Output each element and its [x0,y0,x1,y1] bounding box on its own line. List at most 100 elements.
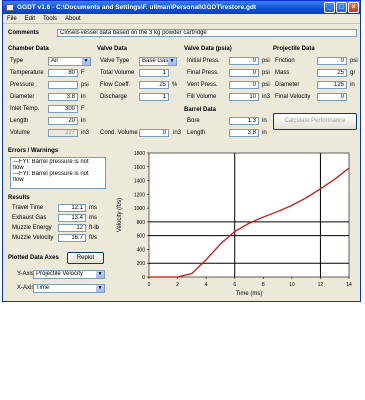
results-label: Muzzle Energy [12,225,52,231]
x-axis-label: X-Axis [17,285,35,291]
replot-button[interactable]: Replot [67,252,104,264]
valve-label: Flow Coeff. [100,82,131,88]
projectile-field[interactable]: 0 [317,57,347,65]
projectile-field[interactable]: 0 [317,93,347,101]
barrel-unit: in [262,118,267,124]
valve-unit: % [172,82,178,88]
chamber-label: Inlet Temp. [10,106,40,112]
menu-bar: File Edit Tools About [3,14,360,24]
projectile-field[interactable]: .125 [317,81,347,89]
barrel-unit: in [262,130,267,136]
chamber-field[interactable]: 80 [48,69,78,77]
valve-psia-field[interactable]: 0 [229,81,259,89]
projectile-label: Final Velocity [275,94,311,100]
results-unit: ms [89,205,97,211]
comments-label: Comments [8,30,40,36]
y-tick-label: 800 [137,220,146,226]
maximize-button[interactable]: □ [336,2,347,13]
main-window: GGDT v1.6 - C:\Documents and Settings\F.… [2,0,361,302]
close-button[interactable]: × [348,2,359,13]
x-tick-label: 12 [318,282,324,288]
y-tick-label: 1000 [134,206,145,212]
x-tick-label: 4 [205,282,208,288]
results-label: Exhaust Gas [12,215,47,221]
chamber-type-select[interactable]: Air ▼ [48,57,91,66]
valve-psia-label: Initial Press. [187,58,220,64]
minimize-button[interactable]: _ [324,2,335,13]
chamber-label: Pressure [10,82,35,88]
warnings-title: Errors / Warnings [8,148,59,154]
y-tick-label: 200 [137,261,146,267]
valve-title: Valve Data [97,46,128,52]
velocity-chart: 0 2 4 6 8 10 12 14 0 200 400 600 800 1000 1200 1400 1600… [117,151,352,297]
chamber-label: Diameter [10,94,35,100]
valve-type-select[interactable]: Base Gas ▼ [139,57,177,66]
calculate-performance-button[interactable]: Calculate Performance [273,113,357,130]
chamber-field[interactable]: 20 [48,117,78,125]
x-tick-label: 8 [262,282,265,288]
valve-psia-unit: psi [262,58,270,64]
y-tick-label: 0 [142,275,145,281]
results-field[interactable]: 12.1 [58,204,86,212]
y-axis-value: Projectile Velocity [36,271,84,277]
projectile-unit: gr [350,70,356,76]
y-tick-label: 400 [137,247,146,253]
menu-about[interactable]: About [61,14,85,24]
chamber-field[interactable]: 227 [48,129,78,137]
y-axis-select[interactable]: Projectile Velocity ▼ [33,270,105,279]
warnings-list[interactable]: ---FYI: Barrel pressure is not flow ---F… [10,157,106,189]
results-field[interactable]: 16.7 [58,234,86,242]
barrel-field[interactable]: 1.3 [229,117,259,125]
barrel-label: Length [187,130,206,136]
projectile-field[interactable]: 25 [317,69,347,77]
chamber-field[interactable]: 300 [48,105,78,113]
projectile-label: Mass [275,70,290,76]
x-tick-label: 2 [176,282,179,288]
window-title: GGDT v1.6 - C:\Documents and Settings\F.… [17,4,257,11]
valve-psia-field[interactable]: 0 [229,69,259,77]
chamber-field[interactable]: 3.8 [48,93,78,101]
results-title: Results [8,195,30,201]
projectile-label: Friction [275,58,295,64]
chamber-field[interactable] [48,81,78,89]
y-tick-label: 1400 [134,179,145,185]
projectile-unit: in [350,82,355,88]
valve-field[interactable]: 1 [139,69,169,77]
barrel-field[interactable]: 3.8 [229,129,259,137]
x-axis-select[interactable]: Time ▼ [33,284,105,293]
y-tick-label: 1600 [134,165,145,171]
plot-area [148,152,350,278]
comments-field[interactable]: Closed-vessel data based on the 3 kg pow… [57,29,357,37]
menu-edit[interactable]: Edit [21,14,39,24]
valve-psia-unit: in3 [262,94,271,100]
y-axis-title: Velocity (ft/s) [117,198,123,232]
menu-file[interactable]: File [3,14,21,24]
results-label: Muzzle Velocity [12,235,54,241]
y-tick-label: 600 [137,234,146,240]
chamber-unit: in [81,94,86,100]
projectile-unit: psi [350,58,358,64]
results-field[interactable]: 13.4 [58,214,86,222]
x-axis-value: Time [36,285,50,291]
valve-psia-title: Valve Data (psia) [184,46,232,52]
barrel-title: Barrel Data [184,107,217,113]
valve-field[interactable]: 25 [139,81,169,89]
results-unit: ms [89,215,97,221]
barrel-label: Bore [187,118,200,124]
chevron-down-icon: ▼ [82,58,90,65]
y-axis-label: Y-Axis [17,271,34,277]
valve-psia-field[interactable]: 10 [229,93,259,101]
valve-psia-field[interactable]: 0 [229,57,259,65]
chamber-title: Chamber Data [8,46,49,52]
y-tick-label: 1200 [134,192,145,198]
menu-tools[interactable]: Tools [39,14,61,24]
chevron-down-icon: ▼ [168,58,176,65]
valve-field[interactable]: 1 [139,93,169,101]
results-field[interactable]: 12 [58,224,86,232]
warning-line: flow [13,177,24,183]
valve-label: Discharge [100,94,128,100]
cond-volume-unit: in3 [173,130,182,136]
chamber-type-value: Air [51,58,59,64]
cond-volume-field[interactable]: 0 [139,129,169,137]
valve-label: Total Volume [100,70,135,76]
